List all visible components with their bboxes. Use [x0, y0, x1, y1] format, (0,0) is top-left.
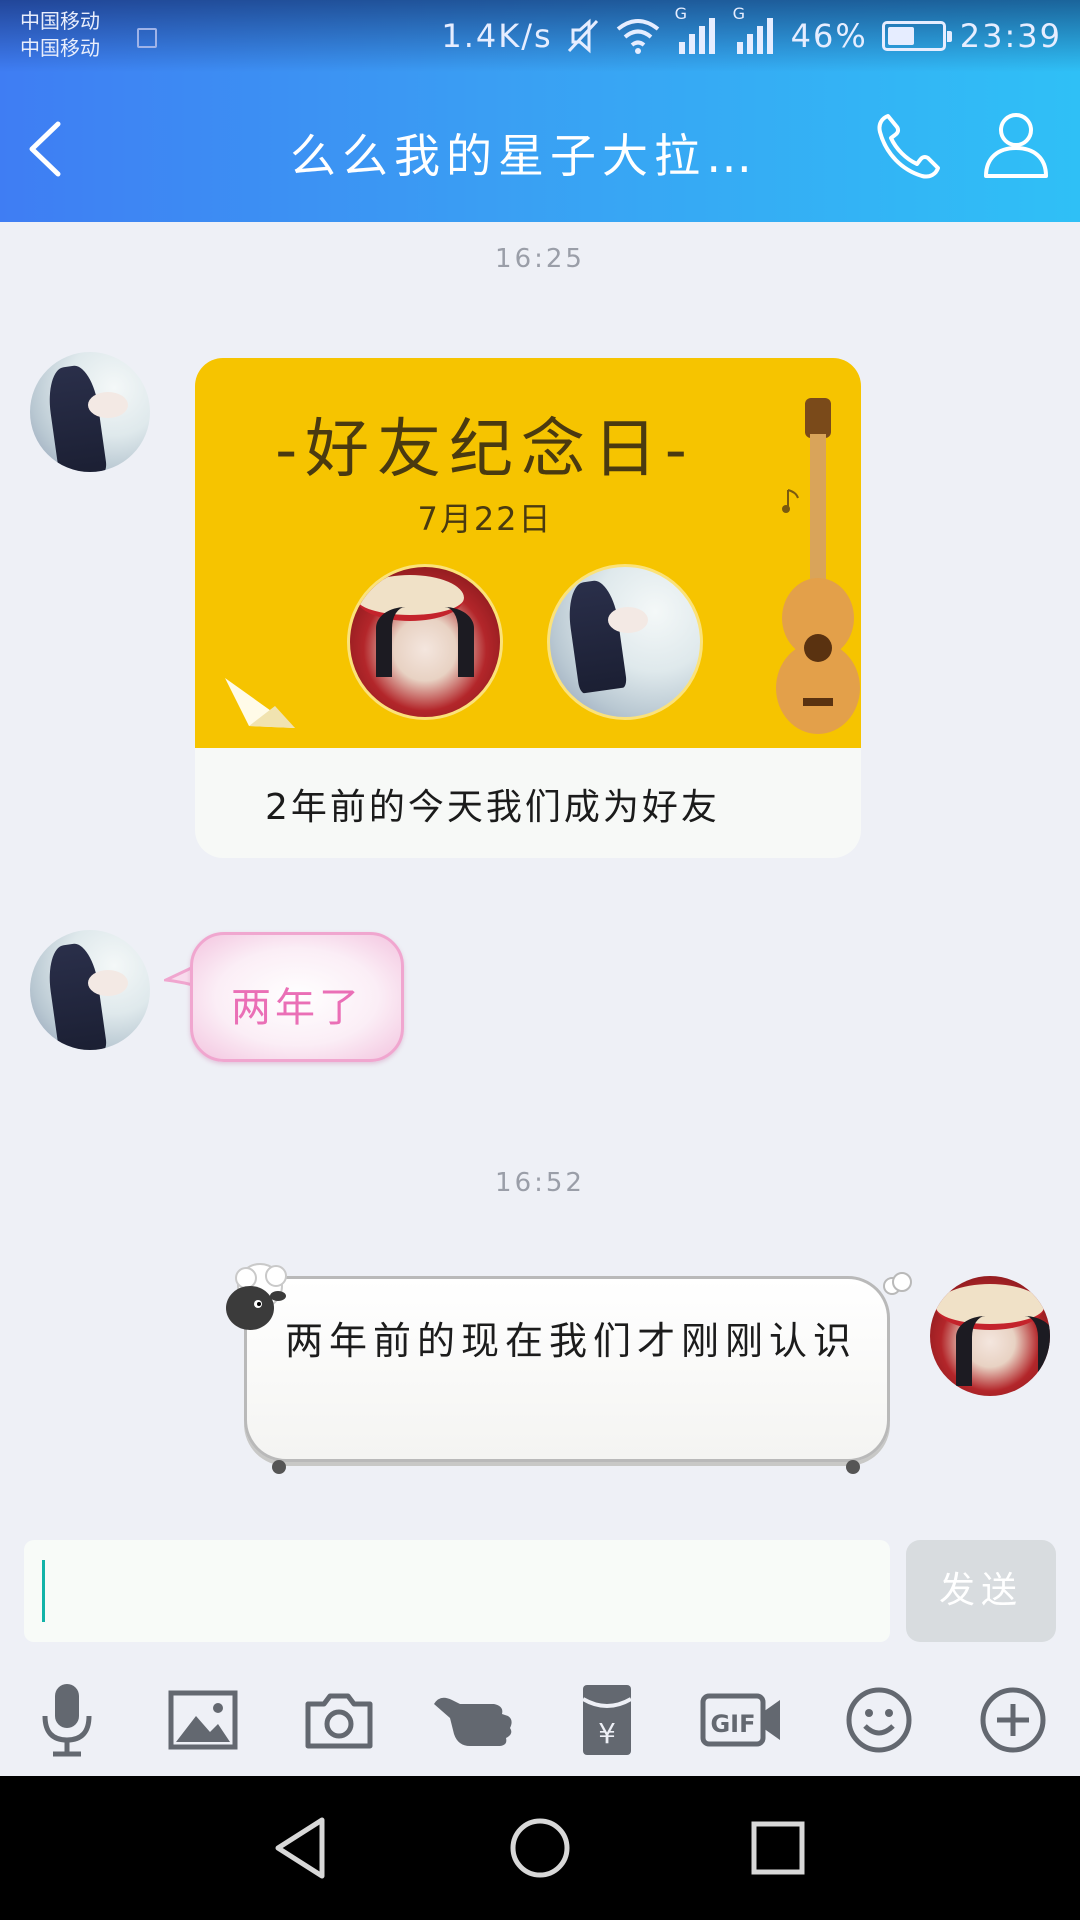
message-input[interactable]	[24, 1540, 890, 1642]
avatar[interactable]	[930, 1276, 1050, 1396]
bubble-foot	[846, 1460, 860, 1474]
emoji-icon[interactable]	[834, 1668, 924, 1772]
nav-home-icon[interactable]	[502, 1810, 578, 1886]
paper-boat-icon	[225, 678, 295, 728]
avatar[interactable]	[30, 352, 150, 472]
card-date: 7月22日	[417, 500, 553, 538]
phone-icon[interactable]	[872, 110, 944, 182]
battery-percent: 46%	[790, 17, 868, 55]
signal-bars-icon	[736, 18, 773, 54]
carrier-2: 中国移动	[20, 36, 100, 60]
avatar[interactable]	[30, 930, 150, 1050]
battery-fill	[887, 27, 915, 45]
carrier-labels: 中国移动 中国移动	[20, 8, 100, 62]
cloud-icon	[883, 1272, 912, 1295]
card-photo-friend	[547, 564, 703, 720]
send-button[interactable]: 发送	[906, 1540, 1056, 1642]
sheep-icon	[226, 1263, 287, 1330]
net-speed: 1.4K/s	[441, 17, 553, 55]
image-icon[interactable]	[158, 1668, 248, 1772]
ukulele-icon	[776, 398, 860, 734]
card-title: -好友纪念日-	[275, 413, 695, 487]
camera-icon[interactable]	[294, 1668, 384, 1772]
message-text: 两年前的现在我们才刚刚认识	[285, 1319, 858, 1363]
gif-icon[interactable]: GIF	[700, 1668, 784, 1772]
wifi-icon	[616, 19, 659, 54]
chat-header: 么么我的星子大拉…	[0, 72, 1080, 222]
plus-icon[interactable]	[968, 1668, 1058, 1772]
status-bar: 中国移动 中国移动 1.4K/s G G 46% 23:39	[0, 0, 1080, 72]
card-banner: -好友纪念日- 7月22日	[195, 358, 861, 748]
carrier-1: 中国移动	[20, 9, 100, 33]
poke-hand-icon[interactable]	[428, 1668, 518, 1772]
card-caption: 2年前的今天我们成为好友	[265, 787, 720, 828]
svg-text:¥: ¥	[598, 1717, 616, 1750]
input-toolbar: ¥ GIF	[0, 1668, 1080, 1772]
timestamp: 16:52	[495, 1168, 585, 1198]
svg-text:GIF: GIF	[710, 1710, 755, 1738]
timestamp: 16:25	[495, 244, 585, 274]
red-packet-icon[interactable]: ¥	[562, 1668, 652, 1772]
microphone-icon[interactable]	[22, 1668, 112, 1772]
navigation-bar	[0, 1776, 1080, 1920]
text-caret	[42, 1560, 45, 1622]
status-indicators: 1.4K/s G G 46% 23:39	[441, 4, 1062, 58]
nav-back-icon[interactable]	[264, 1810, 340, 1886]
bubble-foot	[272, 1460, 286, 1474]
nav-recents-icon[interactable]	[740, 1810, 816, 1886]
message-bubble[interactable]: 两年前的现在我们才刚刚认识	[244, 1276, 890, 1462]
battery-icon	[881, 21, 952, 51]
card-photo-me	[347, 564, 503, 720]
mute-icon	[567, 18, 598, 54]
chevron-left-icon[interactable]	[18, 114, 78, 184]
person-icon[interactable]	[980, 108, 1052, 180]
sim-icon	[137, 28, 157, 48]
chat-title[interactable]: 么么我的星子大拉…	[290, 120, 810, 186]
signal-bars-icon	[678, 18, 715, 54]
signal-2: G	[733, 4, 777, 56]
signal-1: G	[675, 4, 719, 56]
message-text: 两年了	[231, 985, 363, 1031]
anniversary-card[interactable]: -好友纪念日- 7月22日 2年前的今天我们成为好友	[195, 358, 861, 858]
message-bubble[interactable]: 两年了	[190, 932, 404, 1062]
clock: 23:39	[959, 17, 1062, 55]
